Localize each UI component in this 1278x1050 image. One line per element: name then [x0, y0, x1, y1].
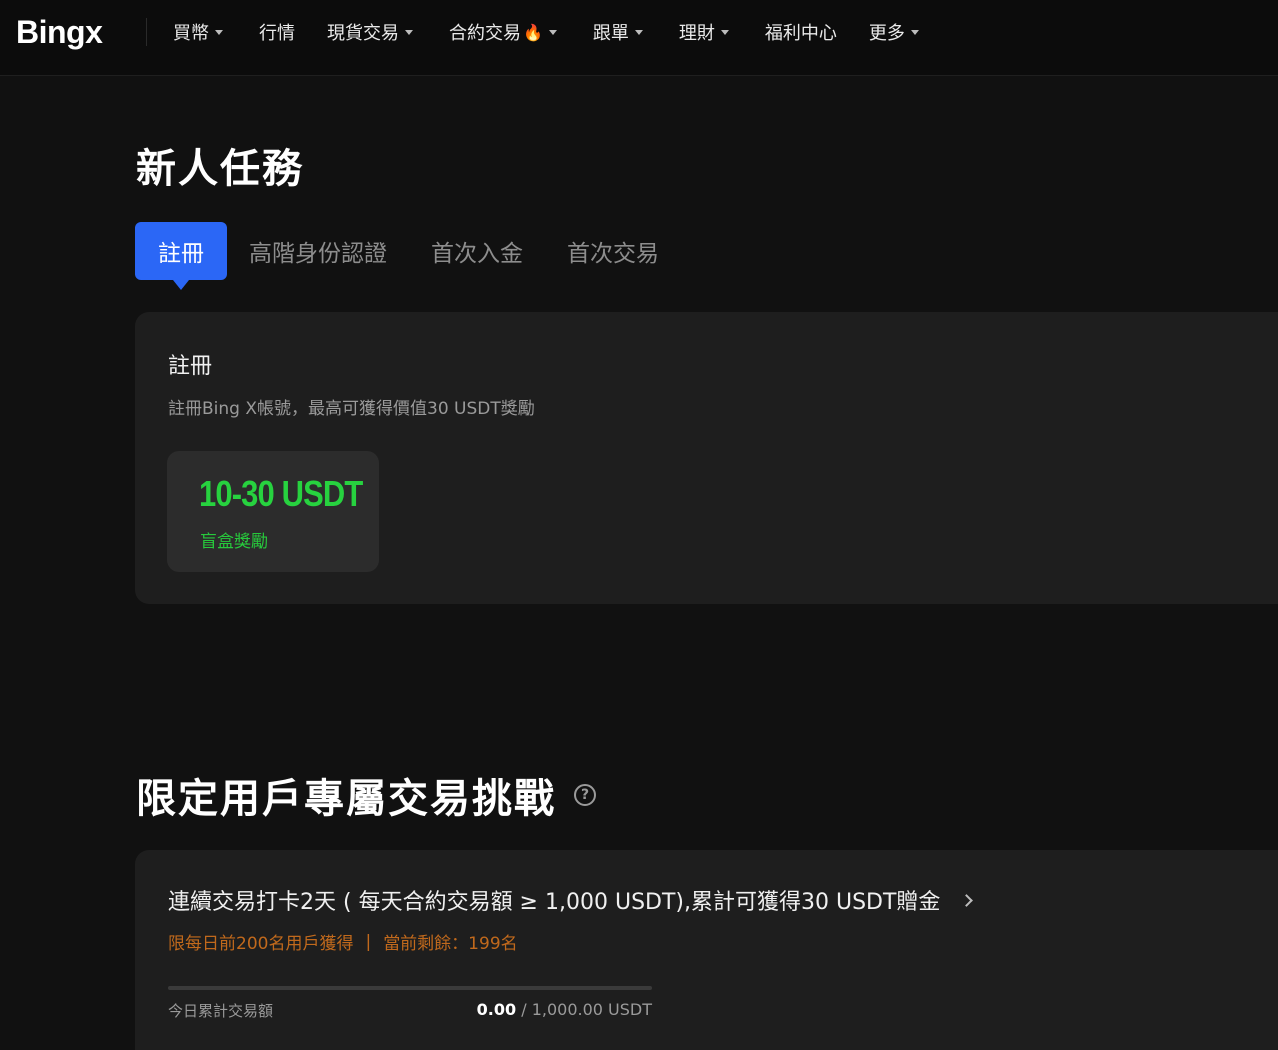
nav-item-label: 福利中心: [764, 23, 837, 44]
nav-item[interactable]: 現貨交易: [327, 0, 413, 64]
task-tab[interactable]: 註冊: [135, 222, 227, 290]
caret-down-icon: [548, 29, 557, 35]
logo-text: Bing: [16, 13, 86, 50]
volume-target: / 1,000.00 USDT: [516, 1000, 652, 1019]
chevron-right-icon: [960, 893, 974, 907]
nav-item[interactable]: 理財: [679, 0, 729, 64]
reward-label: 盲盒獎勵: [200, 532, 268, 552]
question-circle-icon[interactable]: ?: [574, 784, 596, 806]
challenge-section-header: 限定用戶專屬交易挑戰 ?: [136, 766, 596, 824]
nav-item-label: 行情: [259, 23, 295, 44]
task-tabs: 註冊 高階身份認證 首次入金 首次交易: [135, 222, 703, 290]
caret-down-icon: [720, 29, 729, 35]
daily-volume-value: 0.00 / 1,000.00 USDT: [168, 1000, 652, 1019]
volume-progress-bar: [168, 986, 652, 990]
nav-item[interactable]: 跟單: [593, 0, 643, 64]
nav-item[interactable]: 福利中心: [765, 0, 837, 64]
top-navbar: Bing x 買幣 行情 現貨交易 合約交易 🔥 跟單 理財 福利中心 更多: [0, 0, 1278, 76]
register-card-description: 註冊Bing X帳號，最高可獲得價值30 USDT獎勵: [168, 399, 535, 419]
nav-item-label: 更多: [868, 23, 905, 44]
challenge-task-title: 連續交易打卡2天 ( 每天合約交易額 ≥ 1,000 USDT),累計可獲得30…: [168, 890, 941, 915]
register-card-title: 註冊: [168, 354, 213, 379]
nav-item[interactable]: 行情: [259, 0, 295, 64]
nav-item-label: 理財: [678, 23, 715, 44]
caret-down-icon: [910, 29, 919, 35]
fire-icon: 🔥: [523, 22, 543, 42]
challenge-task-link[interactable]: 連續交易打卡2天 ( 每天合約交易額 ≥ 1,000 USDT),累計可獲得30…: [168, 884, 974, 916]
nav-item[interactable]: 買幣: [173, 0, 223, 64]
task-tab[interactable]: 高階身份認證: [249, 222, 387, 280]
caret-down-icon: [405, 29, 413, 35]
page: Bing x 買幣 行情 現貨交易 合約交易 🔥 跟單 理財 福利中心 更多 新人任務 註冊 高階身…: [0, 0, 1278, 1050]
nav-divider: [146, 18, 147, 46]
trading-challenge-card: 連續交易打卡2天 ( 每天合約交易額 ≥ 1,000 USDT),累計可獲得30…: [135, 850, 1278, 1050]
remaining-text: 當前剩餘：199名: [383, 934, 518, 954]
mystery-box-reward: 10-30 USDT 盲盒獎勵: [167, 451, 379, 572]
newbie-tasks-title: 新人任務: [136, 146, 304, 192]
daily-limit-text: 限每日前200名用戶獲得: [168, 934, 354, 954]
task-tab[interactable]: 首次入金: [431, 222, 523, 280]
nav-item-label: 買幣: [173, 23, 209, 44]
nav-item-label: 合約交易: [449, 23, 521, 44]
bingx-logo[interactable]: Bing x: [16, 13, 103, 50]
challenge-title: 限定用戶專屬交易挑戰: [136, 776, 556, 822]
volume-current: 0.00: [476, 1000, 517, 1019]
register-task-card: 註冊 註冊Bing X帳號，最高可獲得價值30 USDT獎勵 10-30 USD…: [135, 312, 1278, 604]
quota-separator: |: [365, 931, 372, 952]
nav-item-label: 現貨交易: [327, 23, 399, 44]
quota-info: 限每日前200名用戶獲得 | 當前剩餘：199名: [168, 929, 518, 955]
nav-item[interactable]: 更多: [869, 0, 919, 64]
nav-menu: 買幣 行情 現貨交易 合約交易 🔥 跟單 理財 福利中心 更多: [173, 0, 919, 64]
reward-amount: 10-30 USDT: [199, 473, 363, 514]
nav-item-label: 跟單: [592, 23, 629, 44]
task-tab[interactable]: 首次交易: [567, 222, 659, 280]
logo-x: x: [85, 13, 103, 50]
caret-down-icon: [215, 29, 223, 35]
caret-down-icon: [634, 29, 643, 35]
nav-item[interactable]: 合約交易 🔥: [449, 0, 557, 64]
